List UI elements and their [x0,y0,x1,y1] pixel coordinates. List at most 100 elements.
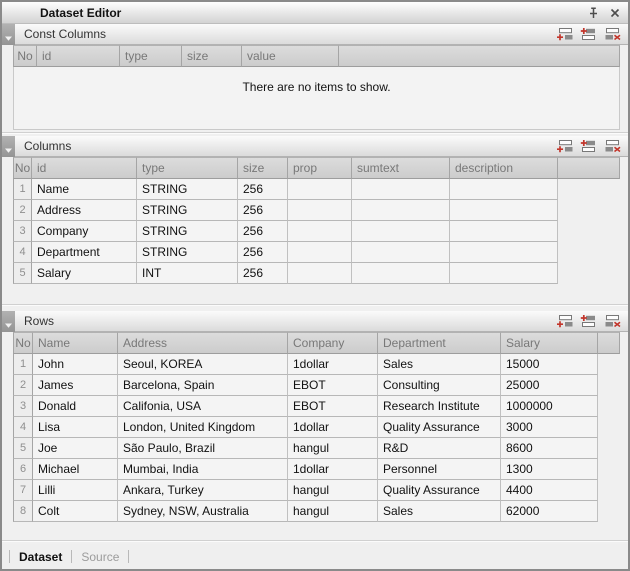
data-cell[interactable]: Department [32,242,137,263]
row-number-cell[interactable]: 5 [13,438,33,459]
data-cell[interactable]: James [33,375,118,396]
insert-row-icon[interactable] [580,314,597,328]
data-cell[interactable]: Lisa [33,417,118,438]
row-number-cell[interactable]: 2 [13,375,33,396]
data-cell[interactable] [288,221,352,242]
data-cell[interactable]: London, United Kingdom [118,417,288,438]
close-icon[interactable] [610,8,620,18]
delete-row-icon[interactable] [604,27,621,41]
data-cell[interactable]: John [33,354,118,375]
collapse-toggle[interactable] [2,24,15,45]
data-cell[interactable]: São Paulo, Brazil [118,438,288,459]
data-cell[interactable]: Sydney, NSW, Australia [118,501,288,522]
data-cell[interactable]: Address [32,200,137,221]
data-cell[interactable]: Joe [33,438,118,459]
data-cell[interactable] [352,263,450,284]
data-cell[interactable] [450,179,558,200]
data-cell[interactable]: 15000 [501,354,598,375]
data-cell[interactable]: Research Institute [378,396,501,417]
data-cell[interactable] [450,242,558,263]
data-cell[interactable]: EBOT [288,396,378,417]
data-cell[interactable] [288,200,352,221]
row-number-cell[interactable]: 1 [13,354,33,375]
data-cell[interactable]: 256 [238,242,288,263]
data-cell[interactable]: Seoul, KOREA [118,354,288,375]
data-cell[interactable]: INT [137,263,238,284]
data-cell[interactable]: 256 [238,263,288,284]
data-cell[interactable]: Company [32,221,137,242]
add-row-icon[interactable] [556,139,573,153]
data-cell[interactable]: Consulting [378,375,501,396]
data-cell[interactable]: Michael [33,459,118,480]
data-cell[interactable]: 3000 [501,417,598,438]
data-cell[interactable] [352,200,450,221]
data-cell[interactable] [352,179,450,200]
data-cell[interactable]: R&D [378,438,501,459]
data-cell[interactable] [288,263,352,284]
data-cell[interactable]: STRING [137,179,238,200]
data-cell[interactable]: hangul [288,501,378,522]
data-cell[interactable]: Barcelona, Spain [118,375,288,396]
data-cell[interactable] [288,179,352,200]
pin-icon[interactable] [588,7,599,19]
data-cell[interactable]: 4400 [501,480,598,501]
row-number-cell[interactable]: 3 [13,221,32,242]
delete-row-icon[interactable] [604,314,621,328]
row-number-cell[interactable]: 1 [13,179,32,200]
data-cell[interactable]: Colt [33,501,118,522]
data-cell[interactable]: 1000000 [501,396,598,417]
insert-row-icon[interactable] [580,27,597,41]
data-cell[interactable]: Personnel [378,459,501,480]
data-cell[interactable] [450,200,558,221]
row-number-cell[interactable]: 4 [13,417,33,438]
data-cell[interactable]: EBOT [288,375,378,396]
row-number-cell[interactable]: 3 [13,396,33,417]
data-cell[interactable]: 1dollar [288,417,378,438]
data-cell[interactable]: hangul [288,438,378,459]
data-cell[interactable]: 1dollar [288,459,378,480]
add-row-icon[interactable] [556,27,573,41]
data-cell[interactable]: 1dollar [288,354,378,375]
data-cell[interactable]: 25000 [501,375,598,396]
data-cell[interactable] [450,221,558,242]
collapse-toggle[interactable] [2,311,15,332]
data-cell[interactable]: hangul [288,480,378,501]
row-number-cell[interactable]: 2 [13,200,32,221]
data-cell[interactable]: Califonia, USA [118,396,288,417]
data-cell[interactable]: Salary [32,263,137,284]
data-cell[interactable]: Sales [378,501,501,522]
add-row-icon[interactable] [556,314,573,328]
row-number-cell[interactable]: 6 [13,459,33,480]
data-cell[interactable]: Mumbai, India [118,459,288,480]
insert-row-icon[interactable] [580,139,597,153]
grid-header-row: Noidtypesizevalue [13,45,628,67]
row-number-cell[interactable]: 7 [13,480,33,501]
data-cell[interactable] [352,221,450,242]
data-cell[interactable]: 1300 [501,459,598,480]
data-cell[interactable] [450,263,558,284]
row-number-cell[interactable]: 5 [13,263,32,284]
data-cell[interactable]: 8600 [501,438,598,459]
data-cell[interactable]: 256 [238,221,288,242]
data-cell[interactable]: 62000 [501,501,598,522]
data-cell[interactable]: 256 [238,179,288,200]
data-cell[interactable] [288,242,352,263]
data-cell[interactable]: Name [32,179,137,200]
data-cell[interactable] [352,242,450,263]
data-cell[interactable]: STRING [137,200,238,221]
row-number-cell[interactable]: 8 [13,501,33,522]
delete-row-icon[interactable] [604,139,621,153]
data-cell[interactable]: Sales [378,354,501,375]
data-cell[interactable]: Quality Assurance [378,417,501,438]
row-number-cell[interactable]: 4 [13,242,32,263]
data-cell[interactable]: STRING [137,242,238,263]
collapse-toggle[interactable] [2,136,15,157]
data-cell[interactable]: Lilli [33,480,118,501]
data-cell[interactable]: STRING [137,221,238,242]
data-cell[interactable]: 256 [238,200,288,221]
tab-dataset[interactable]: Dataset [19,550,62,564]
data-cell[interactable]: Donald [33,396,118,417]
data-cell[interactable]: Quality Assurance [378,480,501,501]
tab-source[interactable]: Source [81,550,119,564]
data-cell[interactable]: Ankara, Turkey [118,480,288,501]
